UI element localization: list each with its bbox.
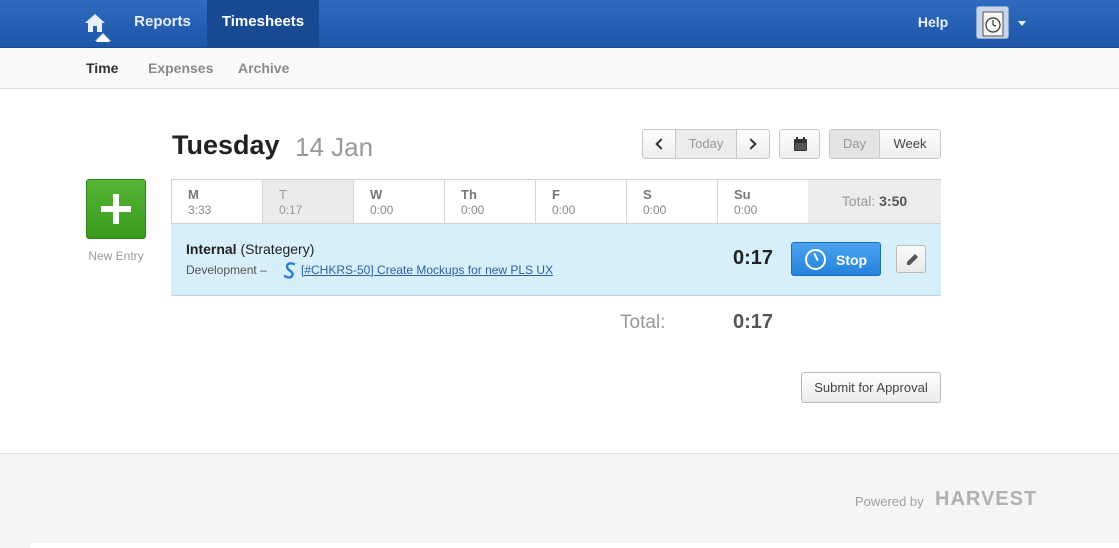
week-view-button[interactable]: Week xyxy=(879,129,941,159)
week-total-value: 3:50 xyxy=(879,193,908,209)
sub-nav: Time Expenses Archive xyxy=(0,48,1119,89)
clock-avatar-icon xyxy=(982,11,1004,37)
nav-help[interactable]: Help xyxy=(906,0,960,46)
week-day-hours: 0:00 xyxy=(461,203,485,217)
entry-task: Development – xyxy=(186,263,267,277)
week-day-tuesday[interactable]: T 0:17 xyxy=(263,180,354,223)
active-tab-pointer-inner xyxy=(96,35,110,42)
tab-archive[interactable]: Archive xyxy=(238,60,289,76)
issue-link[interactable]: [#CHKRS-50] Create Mockups for new PLS U… xyxy=(301,263,553,277)
nav-reports[interactable]: Reports xyxy=(118,0,207,48)
week-day-friday[interactable]: F 0:00 xyxy=(536,180,627,223)
week-day-hours: 0:17 xyxy=(279,203,303,217)
next-day-button[interactable] xyxy=(736,129,770,159)
chevron-down-icon[interactable] xyxy=(1018,21,1026,26)
stop-label: Stop xyxy=(836,252,868,268)
week-day-label: Su xyxy=(734,187,751,202)
week-day-label: W xyxy=(370,187,383,202)
week-total: Total: 3:50 xyxy=(808,180,941,223)
stop-timer-button[interactable]: Stop xyxy=(791,242,881,276)
avatar[interactable] xyxy=(976,6,1009,39)
new-entry-label: New Entry xyxy=(88,249,144,263)
day-view-button[interactable]: Day xyxy=(829,129,880,159)
edit-entry-button[interactable] xyxy=(896,245,926,273)
week-day-label: Th xyxy=(461,187,477,202)
week-day-saturday[interactable]: S 0:00 xyxy=(627,180,718,223)
week-day-hours: 0:00 xyxy=(643,203,667,217)
week-day-label: M xyxy=(188,187,199,202)
week-day-hours: 0:00 xyxy=(370,203,394,217)
bottom-strip xyxy=(30,543,1119,548)
week-day-hours: 0:00 xyxy=(552,203,576,217)
entry-project: Internal (Strategery) xyxy=(186,241,314,257)
pencil-icon xyxy=(907,254,918,265)
day-total-value: 0:17 xyxy=(733,311,774,333)
home-icon[interactable] xyxy=(84,12,106,34)
stopwatch-icon xyxy=(805,249,826,270)
chevron-right-icon xyxy=(745,138,757,150)
week-day-hours: 0:00 xyxy=(734,203,758,217)
previous-day-button[interactable] xyxy=(642,129,676,159)
week-total-label: Total: xyxy=(841,193,876,209)
week-strip: M 3:33 T 0:17 W 0:00 Th 0:00 F 0:00 S 0:… xyxy=(171,179,941,224)
tab-time[interactable]: Time xyxy=(86,60,118,76)
week-day-hours: 3:33 xyxy=(188,203,212,217)
today-button[interactable]: Today xyxy=(675,129,737,159)
powered-by-text: Powered by xyxy=(855,494,924,509)
new-entry-button[interactable] xyxy=(86,179,146,239)
week-day-wednesday[interactable]: W 0:00 xyxy=(354,180,445,223)
project-name: Internal xyxy=(186,241,237,257)
week-day-monday[interactable]: M 3:33 xyxy=(172,180,263,223)
chevron-left-icon xyxy=(655,138,667,150)
day-total-label: Total: xyxy=(620,312,666,333)
client-name: (Strategery) xyxy=(240,241,315,257)
plus-icon-vertical xyxy=(113,194,119,224)
nav-timesheets[interactable]: Timesheets xyxy=(207,0,319,48)
issue-tracker-icon xyxy=(283,262,296,279)
week-day-label: T xyxy=(279,187,287,202)
tab-expenses[interactable]: Expenses xyxy=(148,60,213,76)
calendar-icon xyxy=(794,137,807,151)
week-day-label: S xyxy=(643,187,652,202)
week-day-thursday[interactable]: Th 0:00 xyxy=(445,180,536,223)
time-entry-row: Internal (Strategery) Development – [#CH… xyxy=(171,224,941,296)
entry-duration: 0:17 xyxy=(733,247,774,269)
top-nav-bar: Reports Timesheets Help xyxy=(0,0,1119,48)
day-title: Tuesday xyxy=(172,130,280,160)
week-day-sunday[interactable]: Su 0:00 xyxy=(718,180,809,223)
submit-for-approval-button[interactable]: Submit for Approval xyxy=(801,372,941,403)
task-name: Development xyxy=(186,263,257,277)
week-day-label: F xyxy=(552,187,560,202)
date-subtitle: 14 Jan xyxy=(295,132,374,162)
calendar-button[interactable] xyxy=(779,129,820,159)
harvest-logo[interactable]: HARVEST xyxy=(935,488,1037,511)
task-separator: – xyxy=(260,263,267,277)
